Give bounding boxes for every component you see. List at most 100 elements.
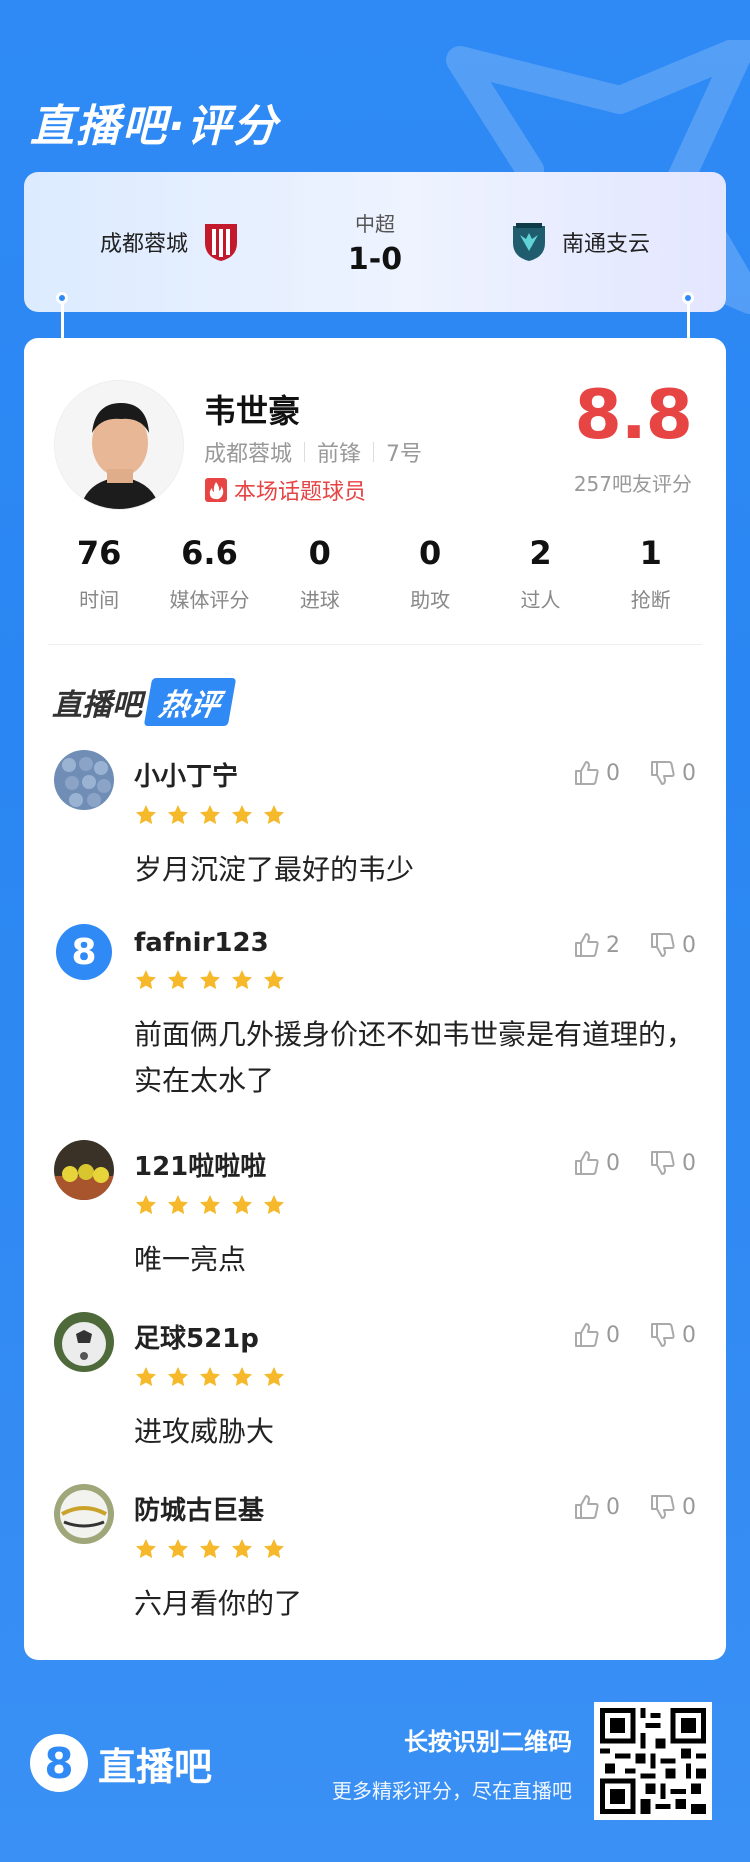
away-team: 南通支云 bbox=[496, 172, 650, 312]
like-button[interactable]: 0 bbox=[574, 1322, 620, 1348]
player-name: 韦世豪 bbox=[204, 392, 301, 430]
star-icon bbox=[200, 1367, 220, 1387]
stat-label: 抢断 bbox=[630, 588, 671, 612]
player-meta: 成都蓉城 前锋 7号 bbox=[204, 436, 422, 468]
brand-title: 直播吧·评分 bbox=[30, 101, 279, 152]
user-avatar-icon bbox=[54, 750, 114, 810]
star-icon bbox=[232, 1367, 252, 1387]
stat-label: 媒体评分 bbox=[169, 588, 250, 612]
comment-avatar[interactable]: 8 bbox=[54, 922, 114, 982]
player-stats: 76 时间 6.6 媒体评分 0 进球 0 助攻 2 过人 1 抢断 bbox=[24, 534, 726, 613]
match-card[interactable]: 成都蓉城 中超 1-0 南通支云 bbox=[24, 172, 726, 312]
star-icon bbox=[200, 1195, 220, 1215]
dislike-button[interactable]: 0 bbox=[650, 1494, 696, 1520]
svg-text:8: 8 bbox=[71, 932, 96, 973]
dislike-count: 0 bbox=[682, 1322, 696, 1348]
star-icon bbox=[232, 1539, 252, 1559]
dislike-button[interactable]: 0 bbox=[650, 1150, 696, 1176]
comment-avatar[interactable] bbox=[54, 750, 114, 810]
footer-logo-text: 直播吧 bbox=[98, 1744, 213, 1789]
star-icon bbox=[232, 805, 252, 825]
comment-item: 小小丁宁 岁月沉淀了最好的韦少 0 0 bbox=[24, 750, 726, 922]
fire-icon bbox=[205, 478, 227, 502]
star-icon bbox=[264, 1195, 284, 1215]
comment-text: 六月看你的了 bbox=[134, 1587, 303, 1620]
comment-actions: 0 0 bbox=[544, 1150, 696, 1176]
like-button[interactable]: 0 bbox=[574, 1150, 620, 1176]
stat-value: 2 bbox=[529, 534, 552, 572]
rating-count: 257吧友评分 bbox=[573, 472, 692, 496]
section-divider bbox=[48, 644, 702, 645]
like-button[interactable]: 0 bbox=[574, 1494, 620, 1520]
thumbs-down-icon bbox=[651, 1323, 675, 1347]
dislike-count: 0 bbox=[682, 1494, 696, 1520]
dislike-button[interactable]: 0 bbox=[650, 932, 696, 958]
user-avatar-icon bbox=[54, 1484, 114, 1544]
stat-goals: 0 进球 bbox=[265, 534, 375, 613]
comment-actions: 0 0 bbox=[544, 1494, 696, 1520]
star-icon bbox=[168, 1195, 188, 1215]
star-icon bbox=[264, 1367, 284, 1387]
like-button[interactable]: 2 bbox=[574, 932, 620, 958]
stat-dribbles: 2 过人 bbox=[485, 534, 595, 613]
comment-item: 8 fafnir123 前面俩几外援身价还不如韦世豪是有道理的，实在太水了 2 bbox=[24, 922, 726, 1140]
comment-stars bbox=[134, 1365, 696, 1389]
player-position: 前锋 bbox=[317, 442, 362, 467]
stat-tackles: 1 抢断 bbox=[596, 534, 706, 613]
dislike-count: 0 bbox=[682, 1150, 696, 1176]
hot-topic-label: 本场话题球员 bbox=[234, 480, 367, 505]
like-count: 0 bbox=[606, 1494, 620, 1520]
thumbs-down-icon bbox=[651, 761, 675, 785]
star-icon bbox=[200, 1539, 220, 1559]
comment-list: 小小丁宁 岁月沉淀了最好的韦少 0 0 8 fafnir123 前面俩几外援身价… bbox=[24, 750, 726, 1656]
thumbs-down-icon bbox=[651, 1495, 675, 1519]
thumbs-up-icon bbox=[575, 761, 599, 785]
zhibo8-avatar-icon: 8 bbox=[56, 924, 112, 980]
comment-avatar[interactable] bbox=[54, 1140, 114, 1200]
comment-text: 前面俩几外援身价还不如韦世豪是有道理的，实在太水了 bbox=[134, 1018, 695, 1097]
thumbs-up-icon bbox=[575, 1323, 599, 1347]
star-icon bbox=[168, 805, 188, 825]
dislike-button[interactable]: 0 bbox=[650, 1322, 696, 1348]
stat-label: 时间 bbox=[79, 588, 120, 612]
star-icon bbox=[232, 1195, 252, 1215]
comment-stars bbox=[134, 803, 696, 827]
stat-value: 0 bbox=[308, 534, 331, 572]
star-icon bbox=[136, 805, 156, 825]
star-icon bbox=[200, 805, 220, 825]
qr-hint: 长按识别二维码 bbox=[404, 1728, 572, 1756]
like-count: 2 bbox=[606, 932, 620, 958]
comment-actions: 2 0 bbox=[544, 932, 696, 958]
dislike-button[interactable]: 0 bbox=[650, 760, 696, 786]
stat-value: 6.6 bbox=[181, 534, 238, 572]
comment-actions: 0 0 bbox=[544, 1322, 696, 1348]
qr-code[interactable] bbox=[594, 1702, 712, 1820]
player-photo-icon bbox=[55, 381, 183, 509]
stat-label: 进球 bbox=[299, 588, 340, 612]
thumbs-up-icon bbox=[575, 1151, 599, 1175]
player-rating-card: 韦世豪 成都蓉城 前锋 7号 本场话题球员 8.8 257吧友评分 76 时间 … bbox=[24, 338, 726, 1660]
hot-comments-title: 直播吧 热评 bbox=[52, 678, 237, 726]
stat-label: 过人 bbox=[520, 588, 561, 612]
comment-stars bbox=[134, 968, 696, 992]
comment-avatar[interactable] bbox=[54, 1484, 114, 1544]
zhibo8-logo-icon: 8 bbox=[30, 1734, 88, 1792]
star-icon bbox=[264, 1539, 284, 1559]
player-number: 7号 bbox=[386, 442, 423, 467]
like-button[interactable]: 0 bbox=[574, 760, 620, 786]
footer-logo: 8 直播吧 bbox=[30, 1734, 212, 1792]
player-team: 成都蓉城 bbox=[204, 442, 293, 467]
user-avatar-icon bbox=[54, 1140, 114, 1200]
comment-avatar[interactable] bbox=[54, 1312, 114, 1372]
footer-cta: 长按识别二维码 更多精彩评分，尽在直播吧 bbox=[332, 1722, 572, 1804]
star-icon bbox=[168, 1539, 188, 1559]
hot-title-brand: 直播吧 bbox=[52, 688, 142, 723]
thumbs-down-icon bbox=[651, 933, 675, 957]
qr-subtext: 更多精彩评分，尽在直播吧 bbox=[332, 1779, 572, 1803]
star-icon bbox=[136, 1195, 156, 1215]
star-icon bbox=[136, 1367, 156, 1387]
star-icon bbox=[264, 805, 284, 825]
like-count: 0 bbox=[606, 1322, 620, 1348]
like-count: 0 bbox=[606, 760, 620, 786]
stat-value: 1 bbox=[639, 534, 662, 572]
